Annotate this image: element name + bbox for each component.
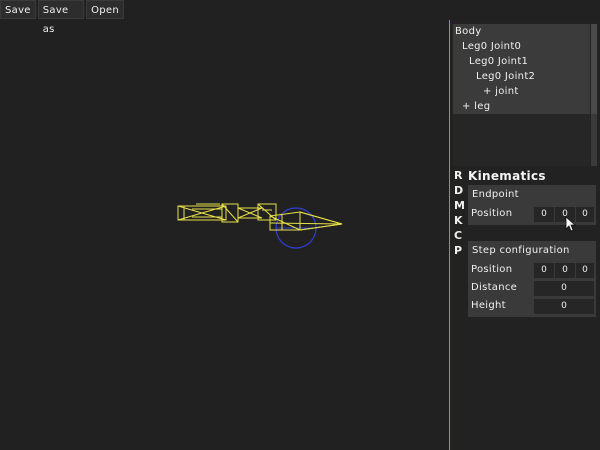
step-distance-label: Distance xyxy=(471,282,518,293)
tree-scrollbar-thumb[interactable] xyxy=(591,24,597,114)
step-height-field[interactable]: 0 xyxy=(534,299,594,314)
mouse-cursor-icon xyxy=(565,216,577,232)
step-position-label: Position xyxy=(471,264,513,275)
tree-item-body[interactable]: Body xyxy=(455,25,481,39)
tab-d[interactable]: D xyxy=(454,183,466,198)
tab-m[interactable]: M xyxy=(454,198,466,213)
open-button[interactable]: Open xyxy=(86,0,124,19)
toolbar: Save Save as Open xyxy=(0,0,126,35)
tree-empty-area xyxy=(453,114,590,166)
leg-segment-0 xyxy=(177,203,227,221)
step-position-y-field[interactable]: 0 xyxy=(555,263,575,278)
tree-item-add-joint[interactable]: + joint xyxy=(483,85,519,99)
tree-item-add-leg[interactable]: + leg xyxy=(462,100,490,114)
leg-segment-1 xyxy=(221,203,263,223)
robot-leg-wireframe xyxy=(177,203,343,249)
kinematics-title: Kinematics xyxy=(468,169,546,183)
save-button[interactable]: Save xyxy=(0,0,36,19)
tab-p[interactable]: P xyxy=(454,243,466,258)
tab-c[interactable]: C xyxy=(454,228,466,243)
step-position-x-field[interactable]: 0 xyxy=(534,263,554,278)
panel-tabs: R D M K C P xyxy=(454,168,466,258)
leg-foot-cone xyxy=(269,211,343,231)
step-position-z-field[interactable]: 0 xyxy=(576,263,594,278)
tree-item-leg0-joint1[interactable]: Leg0 Joint1 xyxy=(469,55,528,69)
tree-item-leg0-joint2[interactable]: Leg0 Joint2 xyxy=(476,70,535,84)
endpoint-position-z-field[interactable]: 0 xyxy=(576,207,594,222)
endpoint-title: Endpoint xyxy=(472,189,519,200)
save-as-button[interactable]: Save as xyxy=(37,0,85,35)
step-height-label: Height xyxy=(471,300,506,311)
scene-tree: Body Leg0 Joint0 Leg0 Joint1 Leg0 Joint2… xyxy=(453,24,590,114)
endpoint-position-x-field[interactable]: 0 xyxy=(534,207,554,222)
tree-scrollbar[interactable] xyxy=(591,24,597,166)
3d-viewport[interactable] xyxy=(0,20,449,450)
step-configuration-title: Step configuration xyxy=(472,245,570,256)
step-distance-field[interactable]: 0 xyxy=(534,281,594,296)
tab-r[interactable]: R xyxy=(454,168,466,183)
endpoint-position-label: Position xyxy=(471,208,513,219)
tree-item-leg0-joint0[interactable]: Leg0 Joint0 xyxy=(462,40,521,54)
tab-k[interactable]: K xyxy=(454,213,466,228)
